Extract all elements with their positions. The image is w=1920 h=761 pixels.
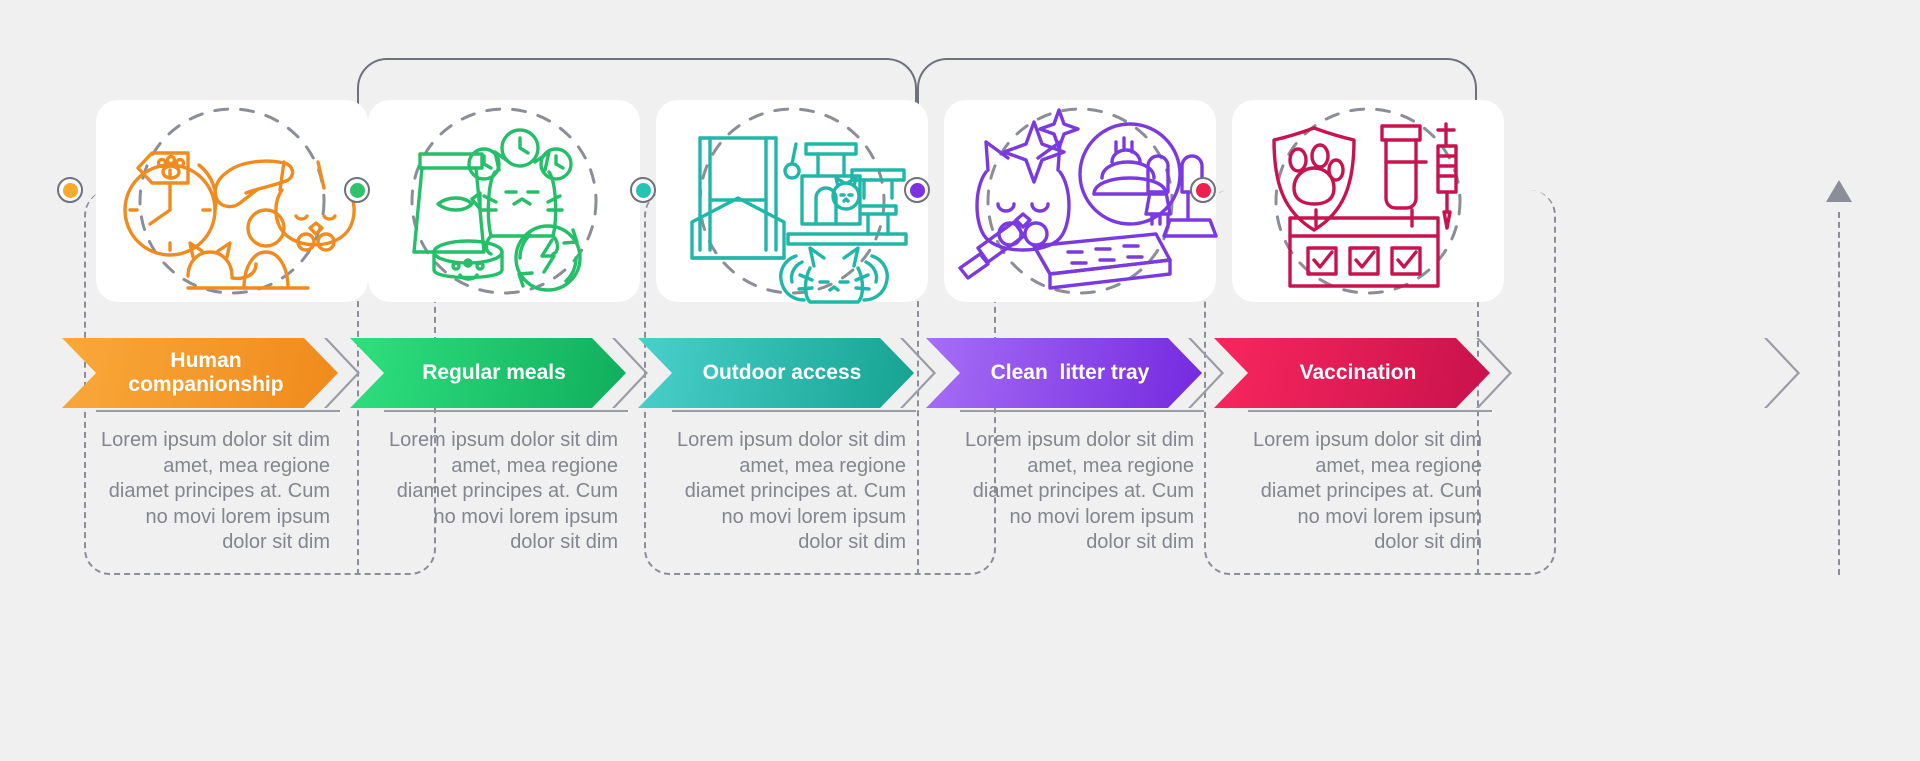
cat-food-bag-bowl-clock-icon: [410, 107, 598, 295]
banner-step-2-label: Regular meals: [422, 361, 566, 385]
banner-chevron-shadow-6: [1764, 338, 1800, 408]
banner-underline-2: [384, 410, 628, 412]
banner-step-2[interactable]: Regular meals: [350, 338, 626, 408]
description-step-1: Lorem ipsum dolor sit dim amet, mea regi…: [101, 429, 330, 554]
banner-underline-4: [960, 410, 1204, 412]
paw-shield-vaccine-calendar-icon: [1272, 107, 1462, 295]
banner-step-3[interactable]: Outdoor access: [638, 338, 914, 408]
banner-underline-1: [96, 410, 340, 412]
dashed-rail-seg-end: [1838, 212, 1840, 575]
icon-card-5: [1232, 100, 1504, 302]
node-dot-1[interactable]: [344, 177, 370, 203]
icon-card-2: [368, 100, 640, 302]
banner-underline-3: [672, 410, 916, 412]
banner-step-1[interactable]: Human companionship: [62, 338, 338, 408]
node-dot-start-fill: [62, 182, 78, 198]
window-cat-tree-hands-icon: [690, 107, 908, 304]
banner-step-4[interactable]: Clean litter tray: [926, 338, 1202, 408]
node-dot-3-fill: [909, 182, 925, 198]
description-step-4: Lorem ipsum dolor sit dim amet, mea regi…: [965, 429, 1194, 554]
banner-step-5-label: Vaccination: [1299, 361, 1417, 385]
banner-underline-5: [1248, 410, 1492, 412]
description-step-2: Lorem ipsum dolor sit dim amet, mea regi…: [389, 429, 618, 554]
infographic-canvas: Human companionship Regular meals Outdoo…: [0, 0, 1920, 761]
node-dot-2-fill: [635, 182, 651, 198]
banner-step-3-label: Outdoor access: [702, 361, 862, 385]
up-triangle-arrow-icon: [1826, 180, 1852, 202]
sparkling-cat-litter-scoop-icon: [958, 107, 1218, 295]
banner-step-4-label: Clean litter tray: [990, 361, 1150, 385]
icon-card-4: [944, 100, 1218, 302]
description-step-5: Lorem ipsum dolor sit dim amet, mea regi…: [1253, 429, 1482, 554]
icon-card-1: [96, 100, 368, 302]
banner-step-5[interactable]: Vaccination: [1214, 338, 1490, 408]
banner-step-1-label: Human companionship: [128, 349, 284, 396]
description-step-3: Lorem ipsum dolor sit dim amet, mea regi…: [677, 429, 906, 554]
icon-card-3: [656, 100, 928, 304]
node-dot-2[interactable]: [630, 177, 656, 203]
node-dot-4[interactable]: [1190, 177, 1216, 203]
node-dot-4-fill: [1195, 182, 1211, 198]
clock-hand-petting-cat-icon: [123, 107, 356, 295]
node-dot-3[interactable]: [904, 177, 930, 203]
node-dot-1-fill: [349, 182, 365, 198]
node-dot-start[interactable]: [57, 177, 83, 203]
